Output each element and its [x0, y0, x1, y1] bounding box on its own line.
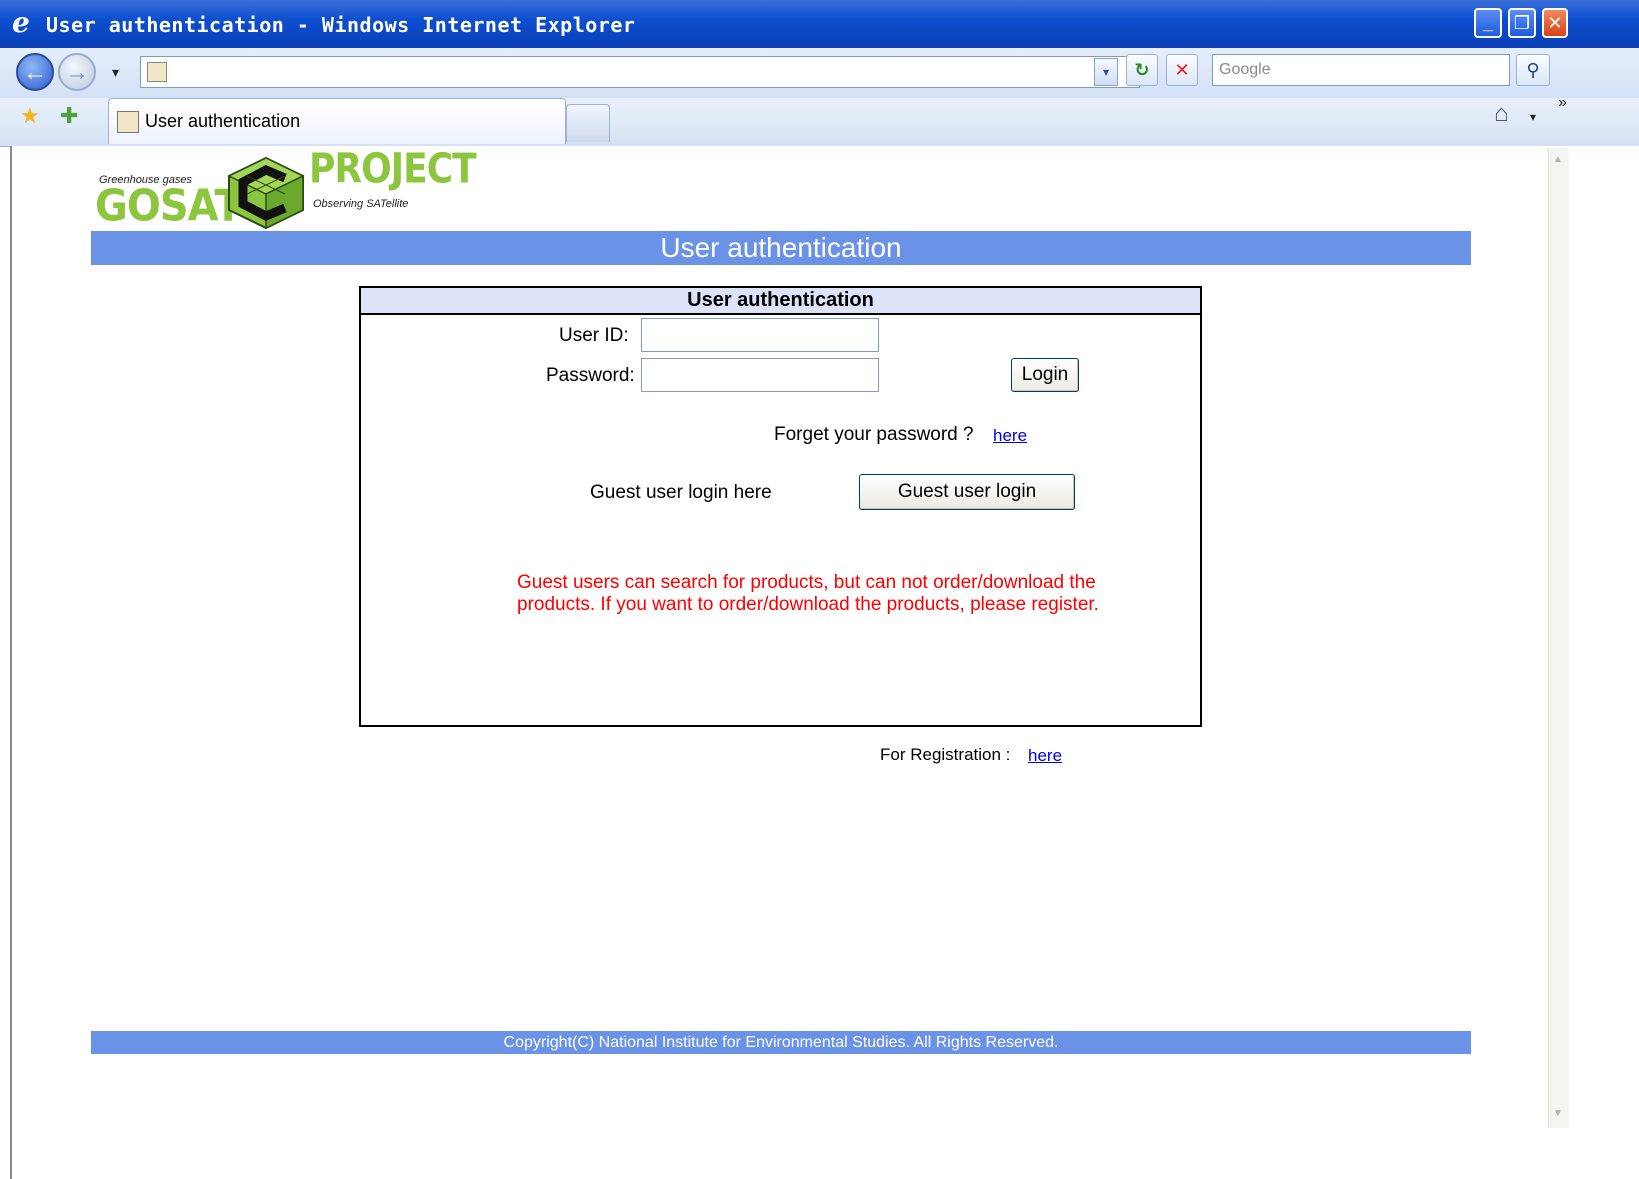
- copyright-footer: Copyright(C) National Institute for Envi…: [91, 1031, 1471, 1054]
- address-input[interactable]: [140, 56, 1140, 88]
- registration-text: For Registration :: [880, 745, 1011, 764]
- logo-gosat-text: GOSAT: [95, 180, 242, 232]
- guest-notice: Guest users can search for products, but…: [517, 572, 1099, 615]
- ie-logo-icon: e: [12, 6, 30, 39]
- scroll-up-icon[interactable]: ▲: [1549, 150, 1567, 170]
- address-dropdown-button[interactable]: ▾: [1094, 58, 1118, 86]
- minimize-button[interactable]: _: [1474, 8, 1502, 38]
- home-icon[interactable]: ⌂: [1494, 100, 1509, 128]
- new-tab-button[interactable]: [566, 104, 610, 142]
- guest-login-text: Guest user login here: [590, 482, 772, 503]
- password-input[interactable]: [641, 358, 879, 392]
- search-icon[interactable]: ⚲: [1516, 54, 1550, 86]
- tab-label: User authentication: [145, 111, 301, 131]
- login-button[interactable]: Login: [1011, 358, 1079, 392]
- password-label: Password:: [546, 365, 635, 386]
- login-panel: User authentication User ID: Password: L…: [359, 286, 1202, 727]
- history-dropdown[interactable]: ▾: [112, 64, 119, 81]
- home-dropdown[interactable]: ▾: [1530, 110, 1536, 124]
- back-button[interactable]: ←: [16, 53, 54, 91]
- page-title: User authentication: [91, 231, 1471, 265]
- logo-project-text: PROJECT: [309, 145, 477, 193]
- toolbar-overflow-icon[interactable]: »: [1558, 94, 1567, 112]
- logo-observing-text: Observing SATellite: [313, 198, 409, 210]
- stop-button[interactable]: ✕: [1166, 54, 1198, 86]
- vertical-scrollbar[interactable]: [1548, 148, 1569, 1128]
- forward-button[interactable]: →: [58, 53, 96, 91]
- close-button[interactable]: ✕: [1542, 8, 1568, 38]
- guest-login-button[interactable]: Guest user login: [859, 474, 1075, 510]
- registration-link[interactable]: here: [1028, 746, 1062, 766]
- page-favicon-icon: [147, 62, 167, 82]
- tab-user-authentication[interactable]: User authentication: [108, 98, 566, 144]
- forgot-password-link[interactable]: here: [993, 426, 1027, 446]
- forgot-password-text: Forget your password ?: [774, 424, 974, 445]
- restore-button[interactable]: ❐: [1508, 8, 1536, 38]
- user-id-label: User ID:: [559, 325, 629, 346]
- window-title: User authentication - Windows Internet E…: [46, 13, 636, 37]
- window-title-bar: e User authentication - Windows Internet…: [0, 0, 1639, 48]
- tab-favicon-icon: [117, 111, 139, 133]
- search-input[interactable]: Google: [1212, 54, 1510, 86]
- favorites-star-icon[interactable]: ★: [20, 103, 40, 129]
- gosat-logo: Greenhouse gases GOSAT PROJECT Observing…: [95, 149, 477, 232]
- user-id-input[interactable]: [641, 318, 879, 352]
- add-favorite-icon[interactable]: ✚: [60, 103, 78, 129]
- scroll-down-icon[interactable]: ▼: [1549, 1104, 1567, 1124]
- login-panel-title: User authentication: [361, 288, 1200, 315]
- logo-cube-icon: [227, 156, 305, 230]
- refresh-button[interactable]: ↻: [1126, 54, 1158, 86]
